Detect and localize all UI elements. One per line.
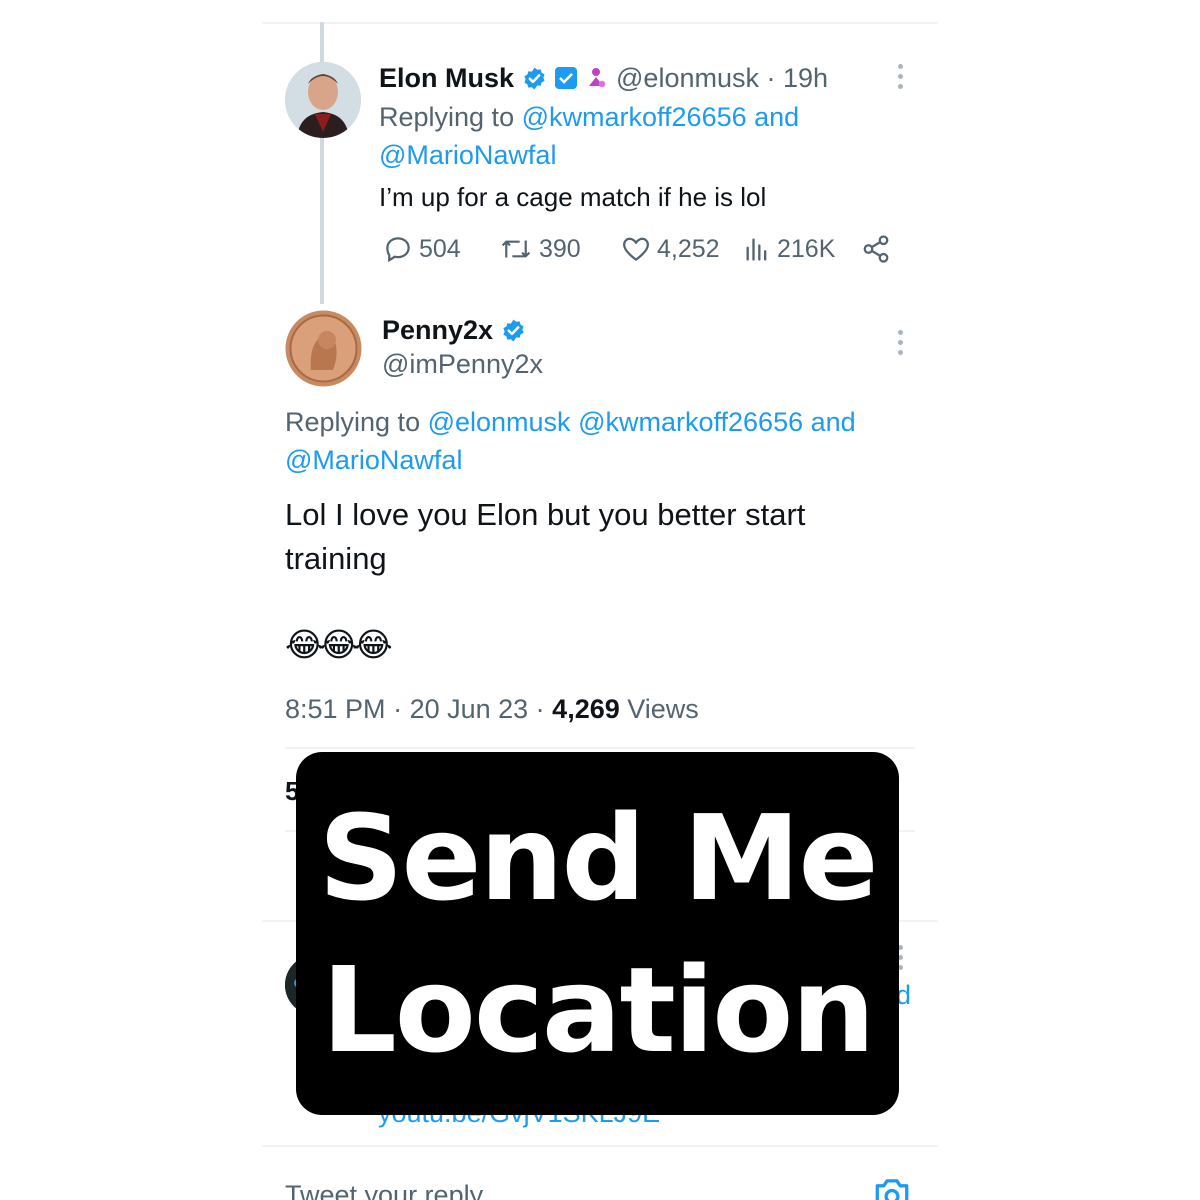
views-button[interactable]: 216K: [743, 234, 835, 264]
retweet-icon: [501, 240, 531, 258]
more-icon[interactable]: [897, 330, 903, 355]
elon-replying-to: Replying to @kwmarkoff26656 and @MarioNa…: [379, 98, 899, 174]
penny-time[interactable]: 8:51 PM: [285, 694, 386, 724]
penny-name[interactable]: Penny2x: [382, 315, 493, 346]
reply-icon: [386, 237, 410, 263]
divider: [285, 747, 915, 749]
retweet-button[interactable]: 390: [499, 234, 581, 264]
elon-name[interactable]: Elon Musk: [379, 63, 514, 94]
elon-separator: ·: [758, 62, 783, 93]
replying-and: and: [803, 407, 856, 437]
laughing-emojis: 😂😂😂: [285, 626, 393, 663]
retweet-count: 390: [539, 234, 581, 263]
mention-kwmarkoff[interactable]: @kwmarkoff26656: [522, 102, 747, 132]
penny-avatar[interactable]: [285, 310, 362, 387]
verified-icon: [501, 318, 526, 343]
views-count: 216K: [777, 234, 836, 263]
like-count: 4,252: [657, 234, 720, 263]
like-icon: [622, 237, 650, 262]
elon-avatar[interactable]: [285, 62, 361, 138]
penny-views-count: 4,269: [552, 694, 620, 724]
mention-marionawfal[interactable]: @MarioNawfal: [379, 140, 556, 170]
more-icon[interactable]: [897, 64, 903, 89]
overlay-line-1: Send Me: [318, 788, 878, 927]
top-divider: [262, 22, 938, 24]
penny-meta: 8:51 PM · 20 Jun 23 · 4,269 Views: [285, 692, 699, 726]
penny-handle[interactable]: @imPenny2x: [382, 347, 543, 381]
penny-header: Penny2x: [382, 311, 526, 349]
mention-marionawfal[interactable]: @MarioNawfal: [285, 445, 462, 475]
penny-avatar-image: [285, 310, 362, 387]
replying-and: and: [746, 102, 800, 132]
like-button[interactable]: 4,252: [621, 234, 720, 264]
overlay-line-2: Location: [321, 940, 876, 1079]
penny-date[interactable]: 20 Jun 23: [410, 694, 529, 724]
verified-icon: [522, 66, 547, 91]
camera-icon[interactable]: [872, 1176, 912, 1200]
divider: [262, 1145, 938, 1147]
elon-tweet-text: I’m up for a cage match if he is lol: [379, 182, 767, 212]
penny-tweet-text: Lol I love you Elon but you better start…: [285, 493, 805, 581]
elon-header: Elon Musk @elonmusk · 19h: [379, 58, 828, 98]
reply-count: 504: [419, 234, 461, 263]
community-icon: [584, 66, 608, 90]
reply-input[interactable]: Tweet your reply: [285, 1178, 483, 1200]
penny-views-label: Views: [619, 694, 699, 724]
elon-avatar-image: [285, 62, 361, 138]
penny-text-line-1: Lol I love you Elon but you better start: [285, 497, 806, 532]
share-icon: [863, 235, 889, 263]
send-me-location-overlay: Send Me Location: [296, 752, 899, 1115]
twitter-square-icon: [554, 66, 578, 90]
mention-elonmusk[interactable]: @elonmusk: [428, 407, 571, 437]
replying-prefix: Replying to: [379, 102, 522, 132]
penny-replying-to: Replying to @elonmusk @kwmarkoff26656 an…: [285, 403, 915, 479]
views-icon: [746, 238, 767, 261]
meta-dot: ·: [528, 694, 553, 724]
penny-text-line-2: training: [285, 541, 387, 576]
elon-handle[interactable]: @elonmusk: [616, 63, 759, 94]
meta-dot: ·: [385, 694, 410, 724]
mention-kwmarkoff[interactable]: @kwmarkoff26656: [578, 407, 803, 437]
elon-timestamp[interactable]: 19h: [783, 63, 828, 94]
replying-prefix: Replying to: [285, 407, 428, 437]
share-button[interactable]: [861, 234, 891, 264]
reply-button[interactable]: 504: [383, 234, 461, 264]
